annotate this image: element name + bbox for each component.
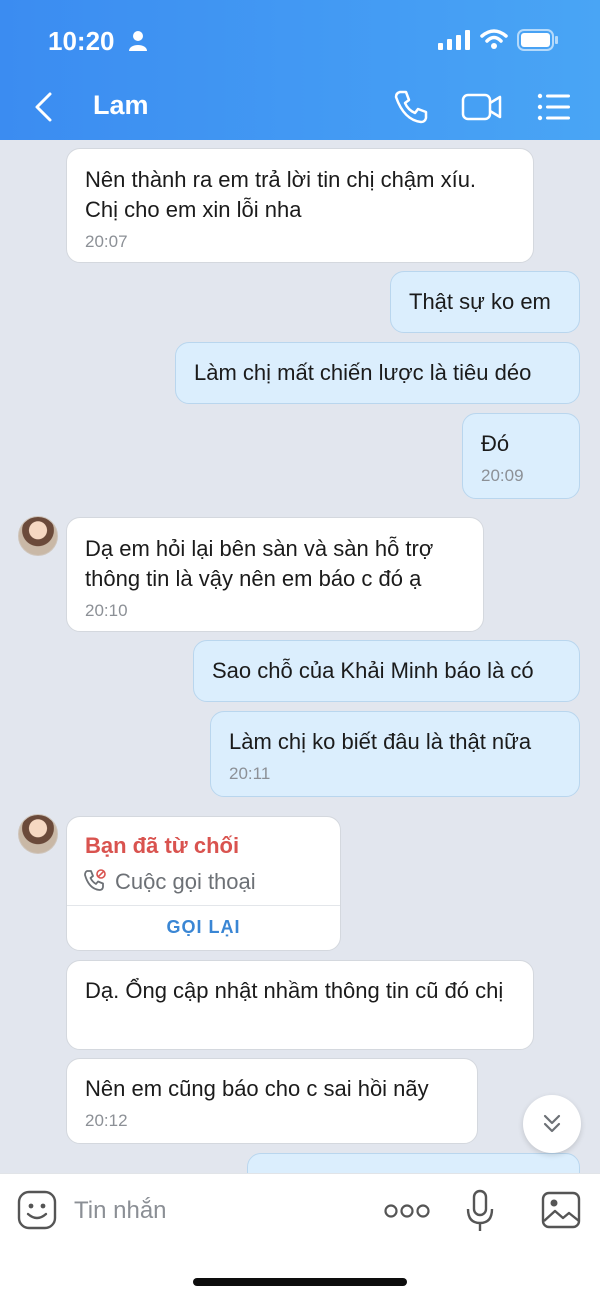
- contact-name[interactable]: Lam: [93, 90, 149, 121]
- home-indicator: [193, 1278, 407, 1286]
- call-type: Cuộc gọi thoại: [115, 869, 256, 894]
- message-composer: [0, 1173, 600, 1299]
- message-time: 20:12: [85, 1111, 128, 1130]
- message-time: 20:10: [85, 601, 128, 620]
- message-text: Sao chỗ của Khải Minh báo là có: [212, 658, 534, 683]
- message-text: Làm chị ko biết đâu là thật nữa: [229, 729, 532, 754]
- contact-avatar[interactable]: [18, 516, 58, 556]
- battery-icon: [517, 29, 558, 51]
- message-text: Nên thành ra em trả lời tin chị chậm xíu…: [85, 167, 477, 222]
- message-outgoing[interactable]: Làm chị ko biết đâu là thật nữa 20:11: [210, 711, 580, 797]
- message-outgoing[interactable]: Sao chỗ của Khải Minh báo là có: [193, 640, 580, 702]
- message-outgoing[interactable]: Làm chị mất chiến lược là tiêu déo: [175, 342, 580, 404]
- message-time: 20:07: [85, 232, 128, 251]
- message-incoming[interactable]: Nên thành ra em trả lời tin chị chậm xíu…: [66, 148, 534, 263]
- menu-list-icon[interactable]: [536, 90, 572, 124]
- video-call-icon[interactable]: [460, 88, 504, 126]
- message-list[interactable]: Nên thành ra em trả lời tin chị chậm xíu…: [0, 140, 600, 1173]
- message-time: 20:09: [481, 466, 524, 485]
- contact-avatar[interactable]: [18, 814, 58, 854]
- message-incoming[interactable]: Dạ. Ổng cập nhật nhầm thông tin cũ đó ch…: [66, 960, 534, 1050]
- declined-call-icon: [84, 869, 106, 891]
- message-outgoing-partial[interactable]: [247, 1153, 580, 1173]
- message-text: Đó: [481, 431, 510, 456]
- message-text: Thật sự ko em: [409, 289, 551, 314]
- message-text: Dạ em hỏi lại bên sàn và sàn hỗ trợ thôn…: [85, 536, 434, 591]
- message-text: Nên em cũng báo cho c sai hồi nãy: [85, 1076, 429, 1101]
- message-time: 20:11: [229, 764, 271, 783]
- divider: [67, 905, 340, 906]
- more-options-icon[interactable]: [384, 1202, 430, 1220]
- message-outgoing[interactable]: Đó 20:09: [462, 413, 580, 499]
- microphone-icon[interactable]: [466, 1189, 494, 1233]
- signal-icon: [438, 30, 470, 50]
- chat-header: 10:20 Lam: [0, 0, 600, 140]
- call-status: Bạn đã từ chối: [85, 833, 240, 858]
- emoji-sticker-icon[interactable]: [17, 1190, 57, 1230]
- message-incoming[interactable]: Dạ em hỏi lại bên sàn và sàn hỗ trợ thôn…: [66, 517, 484, 632]
- message-input[interactable]: [72, 1192, 366, 1230]
- back-icon[interactable]: [28, 90, 58, 124]
- phone-call-icon[interactable]: [392, 88, 430, 126]
- message-incoming[interactable]: Nên em cũng báo cho c sai hồi nãy 20:12: [66, 1058, 478, 1144]
- message-text: Dạ. Ổng cập nhật nhầm thông tin cũ đó ch…: [85, 978, 504, 1003]
- message-text: Làm chị mất chiến lược là tiêu déo: [194, 360, 532, 385]
- scroll-to-bottom-button[interactable]: [523, 1095, 581, 1153]
- call-back-button[interactable]: GỌI LẠI: [67, 917, 340, 938]
- declined-call-card: Bạn đã từ chối Cuộc gọi thoại GỌI LẠI: [66, 816, 341, 951]
- wifi-icon: [480, 29, 508, 49]
- person-icon: [129, 31, 147, 51]
- message-outgoing[interactable]: Thật sự ko em: [390, 271, 580, 333]
- image-gallery-icon[interactable]: [541, 1191, 581, 1229]
- status-time: 10:20: [48, 26, 115, 56]
- double-chevron-down-icon: [543, 1114, 561, 1133]
